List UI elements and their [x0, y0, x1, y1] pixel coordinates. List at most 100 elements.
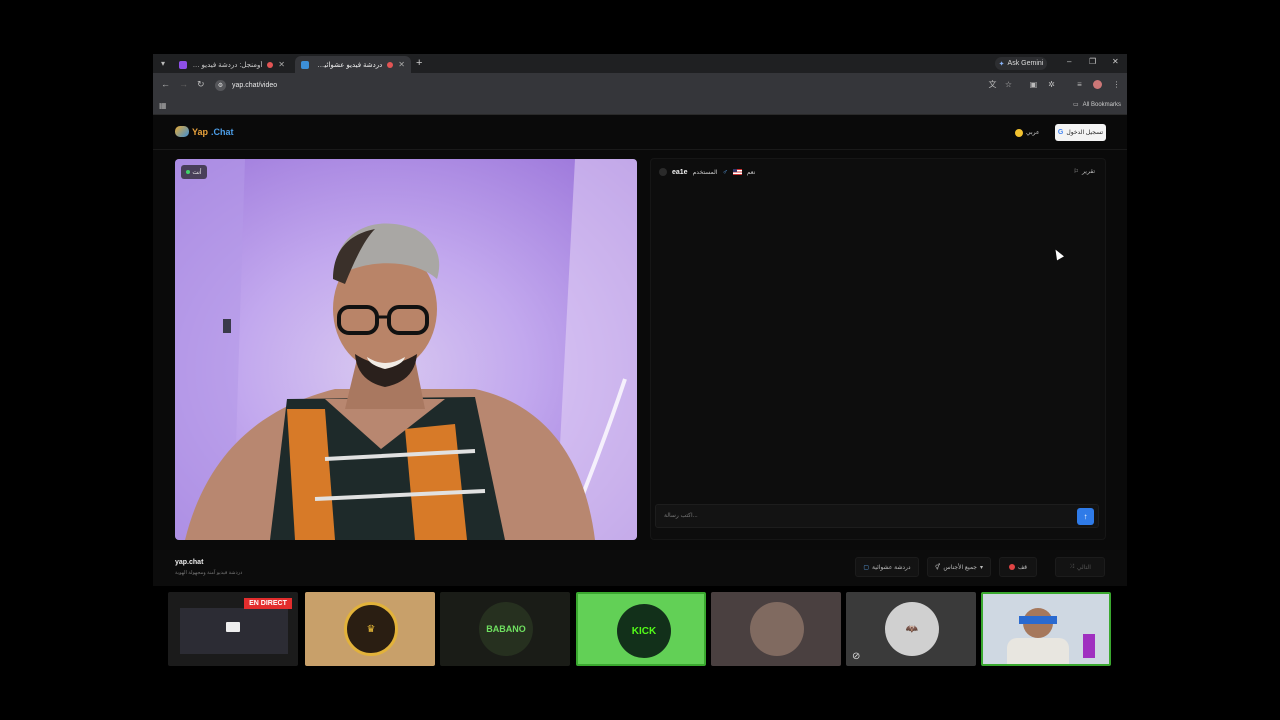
favicon-icon	[179, 60, 187, 69]
streamer-tile-5: 🦇 ⊘	[846, 592, 976, 666]
gemini-label: Ask Gemini	[1007, 60, 1044, 67]
media-icon[interactable]: ≡	[1075, 80, 1084, 89]
bookmarks-bar: ▦ ▭ All Bookmarks	[153, 97, 1127, 115]
reload-icon[interactable]: ↻	[197, 79, 205, 90]
gender-filter-button[interactable]: ⚥ جميع الأجناس ▾	[927, 557, 991, 577]
smiley-icon	[1015, 128, 1023, 137]
google-icon: G	[1057, 129, 1064, 136]
apps-grid-icon[interactable]: ▦	[159, 102, 167, 110]
stream-overlay-strip: EN DIRECT ♛ BABANO KICK 🦇 ⊘	[168, 592, 1111, 667]
streamer-tile-4	[711, 592, 841, 666]
stop-button[interactable]: قف	[999, 557, 1037, 577]
send-button[interactable]: ↑	[1077, 508, 1094, 525]
streamer-webcam-tile	[981, 592, 1111, 666]
screen-icon	[226, 622, 240, 632]
self-badge: أنت	[181, 165, 207, 179]
tab-yapchat[interactable]: دردشة فيديو عشوائية: تحدث ✕	[295, 56, 411, 73]
batman-avatar: 🦇	[885, 602, 939, 656]
site-info-icon[interactable]: ⚙	[215, 79, 226, 91]
peer-avatar	[659, 168, 667, 176]
peer-role: المستخدم	[692, 169, 718, 176]
shuffle-icon: ⤨	[1069, 563, 1074, 570]
extension-icon[interactable]: ▣	[1029, 80, 1038, 89]
new-tab-button[interactable]: +	[416, 57, 422, 69]
close-window-icon[interactable]: ✕	[1112, 57, 1119, 66]
footer-tagline: دردشة فيديو آمنة ومجهولة الهوية	[175, 570, 243, 576]
tab-search-icon[interactable]: ▾	[156, 57, 170, 70]
address-bar[interactable]: ⚙ yap.chat/video	[211, 77, 1001, 93]
folder-icon: ▭	[1072, 102, 1079, 108]
favicon-icon	[301, 60, 309, 69]
logo-chat: .Chat	[211, 126, 234, 137]
report-label: تقرير	[1082, 169, 1095, 175]
person-video-frame	[175, 159, 637, 540]
login-label: تسجيل الدخول	[1066, 130, 1104, 136]
random-chat-label: دردشة عشوائية	[872, 564, 911, 571]
forward-icon[interactable]: →	[179, 79, 188, 89]
chat-panel: ea1e المستخدم ♂ نعم ⚐ تقرير اكتب رسالة..…	[650, 158, 1106, 540]
all-bookmarks-label: All Bookmarks	[1082, 101, 1121, 108]
minimize-icon[interactable]: –	[1067, 57, 1071, 66]
tab-bar: ▾ أومنجل: دردشة فيديو مع الغ ✕ دردشة فيد…	[153, 54, 1127, 73]
online-dot-icon	[186, 170, 191, 174]
tab-title: دردشة فيديو عشوائية: تحدث	[314, 61, 383, 69]
puzzle-icon[interactable]: ✲	[1047, 80, 1056, 89]
kick-label: KICK	[631, 625, 657, 637]
all-bookmarks-button[interactable]: ▭ All Bookmarks	[1072, 101, 1121, 109]
babano-label: BABANO	[486, 624, 526, 634]
babano-avatar: BABANO	[479, 602, 533, 656]
crown-avatar-icon: ♛	[344, 602, 398, 656]
logo-yap: Yap	[192, 126, 209, 137]
profile-avatar[interactable]	[1093, 80, 1102, 89]
self-video: أنت	[175, 159, 637, 540]
random-chat-button[interactable]: ▢ دردشة عشوائية	[855, 557, 919, 577]
maximize-icon[interactable]: ❐	[1089, 57, 1096, 66]
stop-icon	[1008, 564, 1015, 570]
stream-preview-tile: EN DIRECT	[168, 592, 298, 666]
tab-omegle[interactable]: أومنجل: دردشة فيديو مع الغ ✕	[173, 56, 291, 73]
sunglasses-icon	[1019, 616, 1057, 624]
tab-title: أومنجل: دردشة فيديو مع الغ	[192, 61, 263, 69]
streamer-tile-1: ♛	[305, 592, 435, 666]
us-flag-icon	[732, 169, 742, 175]
close-tab-icon[interactable]: ✕	[278, 60, 285, 69]
peer-country: نعم	[746, 169, 756, 176]
self-badge-label: أنت	[192, 169, 202, 176]
anime-avatar	[750, 602, 804, 656]
bookmark-star-icon[interactable]: ☆	[1004, 80, 1013, 89]
footer-brand: yap.chat	[175, 559, 204, 566]
nav-bar: ← → ↻ ⚙ yap.chat/video 文 ☆ ▣ ✲ ≡ ⋮	[153, 73, 1127, 97]
site-header: Yap .Chat عربي G تسجيل الدخول	[153, 115, 1127, 150]
kick-avatar: KICK	[617, 604, 671, 658]
chevron-down-icon: ▾	[980, 564, 984, 571]
gender-label: جميع الأجناس	[943, 564, 977, 571]
menu-icon[interactable]: ⋮	[1112, 80, 1121, 89]
report-button[interactable]: ⚐ تقرير	[1074, 168, 1095, 175]
control-bar: yap.chat دردشة فيديو آمنة ومجهولة الهوية…	[153, 550, 1127, 586]
flag-icon: ⚐	[1073, 169, 1079, 175]
site-logo[interactable]: Yap .Chat	[175, 126, 234, 137]
message-input[interactable]: اكتب رسالة... ↑	[655, 504, 1099, 528]
ask-gemini-button[interactable]: ✦ Ask Gemini	[995, 57, 1047, 70]
next-button[interactable]: ⤨ التالي	[1055, 557, 1105, 577]
chat-mode-icon: ▢	[863, 564, 870, 571]
streamer-tile-2: BABANO	[440, 592, 570, 666]
back-icon[interactable]: ←	[161, 79, 170, 89]
message-placeholder: اكتب رسالة...	[664, 513, 698, 519]
url-text: yap.chat/video	[232, 81, 278, 89]
stop-label: قف	[1017, 564, 1028, 571]
device-icon	[1083, 634, 1095, 658]
streamer-body	[1007, 638, 1069, 664]
peer-info: ea1e المستخدم ♂ نعم	[659, 168, 755, 176]
close-tab-icon[interactable]: ✕	[398, 60, 405, 69]
browser-window: ▾ أومنجل: دردشة فيديو مع الغ ✕ دردشة فيد…	[153, 54, 1127, 550]
live-badge: EN DIRECT	[244, 598, 292, 609]
language-selector[interactable]: عربي	[1015, 125, 1040, 140]
streamer-tile-3: KICK	[576, 592, 706, 666]
login-button[interactable]: G تسجيل الدخول	[1055, 124, 1106, 141]
translate-icon[interactable]: 文	[988, 80, 997, 89]
peer-name: ea1e	[672, 168, 688, 176]
recording-icon	[267, 61, 274, 68]
gemini-icon: ✦	[998, 60, 1005, 68]
page-content: Yap .Chat عربي G تسجيل الدخول أنت ea1e ا…	[153, 115, 1127, 550]
